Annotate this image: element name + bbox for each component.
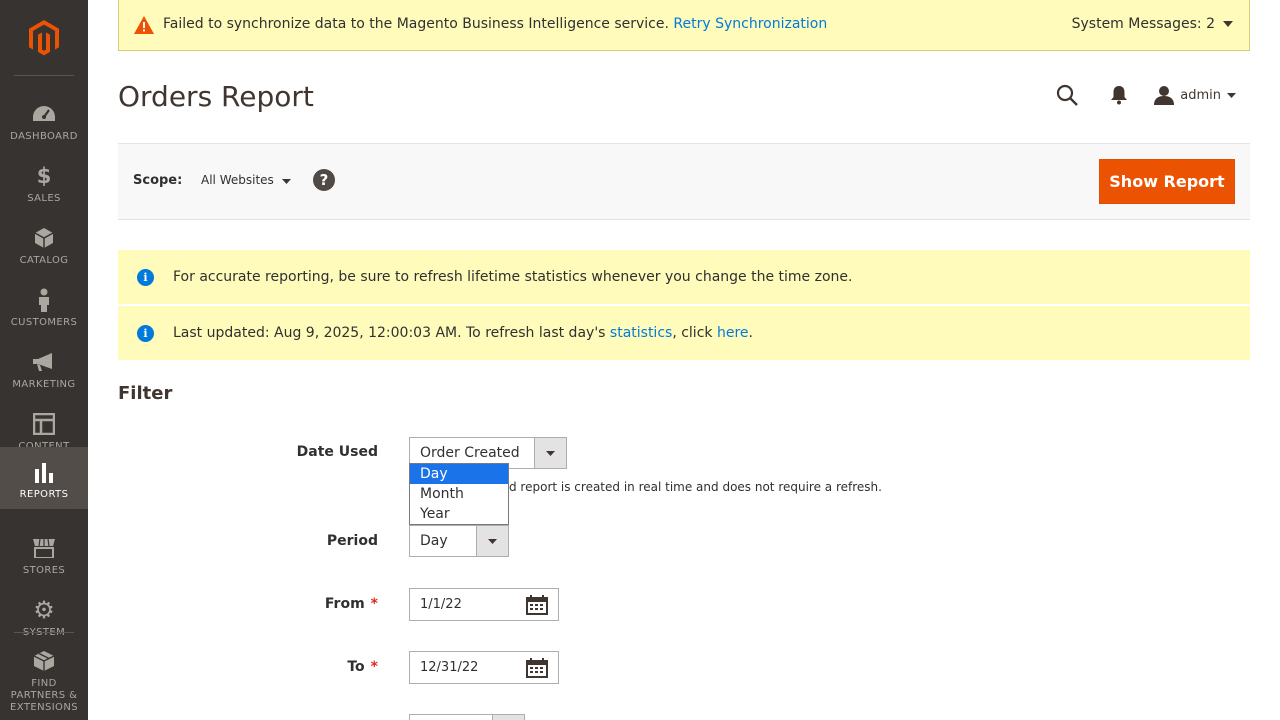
system-message-body: Failed to synchronize data to the Magent… (163, 16, 669, 32)
sidebar-item-label: CUSTOMERS (10, 317, 78, 328)
admin-user-menu[interactable]: admin (1154, 85, 1236, 105)
sidebar-item-label: MARKETING (12, 379, 76, 390)
sidebar-item-sales[interactable]: $ SALES (0, 151, 88, 213)
notice-text: For accurate reporting, be sure to refre… (173, 269, 853, 285)
info-icon: i (137, 269, 154, 286)
here-link[interactable]: here (717, 325, 749, 341)
sidebar-divider (14, 75, 74, 76)
chevron-down-icon (546, 450, 555, 456)
period-select[interactable]: Day (409, 525, 509, 557)
sidebar-item-stores[interactable]: STORES (0, 523, 88, 585)
sidebar-item-catalog[interactable]: CATALOG (0, 213, 88, 275)
bar-chart-icon (32, 460, 56, 484)
system-message-text: Failed to synchronize data to the Magent… (163, 16, 827, 32)
period-option-year[interactable]: Year (410, 504, 508, 524)
sidebar-item-label: SALES (27, 193, 61, 204)
scope-label: Scope: (133, 173, 183, 188)
help-icon[interactable]: ? (313, 169, 335, 191)
sidebar-item-marketing[interactable]: MARKETING (0, 337, 88, 399)
boxes-icon (32, 649, 56, 673)
statistics-link[interactable]: statistics (610, 325, 672, 341)
calendar-icon[interactable] (526, 658, 550, 678)
from-date-input[interactable]: 1/1/22 (409, 588, 559, 621)
calendar-icon[interactable] (526, 595, 550, 615)
scope-toolbar: Scope: All Websites ? Show Report (118, 143, 1250, 220)
sidebar-item-reports[interactable]: REPORTS (0, 447, 88, 509)
select-toggle (476, 526, 508, 556)
admin-username: admin (1180, 87, 1221, 103)
cube-icon (32, 226, 56, 250)
sidebar-item-customers[interactable]: CUSTOMERS (0, 275, 88, 337)
period-dropdown-list: Day Month Year (409, 463, 509, 525)
chevron-down-icon (281, 179, 291, 184)
from-label: From * (178, 596, 378, 612)
store-icon (32, 536, 56, 560)
global-search-button[interactable] (1056, 84, 1079, 106)
from-date-value: 1/1/22 (420, 597, 462, 612)
chevron-down-icon (488, 538, 497, 544)
to-date-value: 12/31/22 (420, 660, 479, 675)
notifications-button[interactable] (1110, 85, 1128, 105)
show-report-button[interactable]: Show Report (1099, 159, 1235, 204)
date-used-note: d report is created in real time and doe… (509, 480, 882, 494)
to-label-text: To (347, 659, 365, 675)
period-option-day[interactable]: Day (410, 464, 508, 484)
dashboard-icon (32, 102, 56, 126)
retry-synchronization-link[interactable]: Retry Synchronization (673, 16, 827, 32)
period-option-month[interactable]: Month (410, 484, 508, 504)
bell-icon (1111, 86, 1128, 105)
layout-icon (32, 412, 56, 436)
system-message-bar: Failed to synchronize data to the Magent… (118, 0, 1250, 51)
timezone-notice: i For accurate reporting, be sure to ref… (118, 250, 1250, 304)
scope-switcher[interactable]: All Websites (201, 173, 291, 187)
dollar-icon: $ (36, 164, 52, 188)
period-value: Day (420, 533, 448, 549)
sidebar-item-find-partners[interactable]: FIND PARTNERS & EXTENSIONS (0, 636, 88, 720)
admin-sidebar: DASHBOARD $ SALES CATALOG CUSTOMERS MARK… (0, 0, 88, 720)
sidebar-item-label: CATALOG (19, 255, 69, 266)
notice-text: Last updated: Aug 9, 2025, 12:00:03 AM. … (173, 325, 753, 341)
to-label: To * (178, 659, 378, 675)
date-used-value: Order Created (420, 445, 520, 461)
notice-suffix: . (748, 325, 753, 341)
select-toggle (534, 438, 566, 468)
system-messages-count: System Messages: 2 (1071, 16, 1215, 32)
system-messages-toggle[interactable]: System Messages: 2 (1072, 16, 1233, 32)
notice-prefix: Last updated: Aug 9, 2025, 12:00:03 AM. … (173, 325, 610, 341)
from-label-text: From (324, 596, 365, 612)
header-actions: admin (1056, 80, 1250, 110)
notice-mid: , click (672, 325, 717, 341)
sidebar-item-label: STORES (22, 565, 66, 576)
sidebar-item-label: REPORTS (19, 489, 69, 500)
order-status-select[interactable] (409, 714, 525, 720)
date-used-label: Date Used (296, 444, 378, 460)
gear-icon: ⚙ (33, 596, 55, 624)
filter-title: Filter (118, 383, 173, 404)
sidebar-item-label: DASHBOARD (10, 131, 78, 142)
required-marker: * (370, 659, 378, 675)
sidebar-divider (14, 632, 74, 633)
person-icon (32, 288, 56, 312)
info-icon: i (137, 325, 154, 342)
scope-value: All Websites (201, 173, 274, 187)
magento-logo-icon (29, 19, 59, 55)
to-date-input[interactable]: 12/31/22 (409, 651, 559, 684)
megaphone-icon (32, 350, 56, 374)
search-icon (1057, 84, 1079, 106)
chevron-down-icon (1223, 21, 1233, 27)
required-marker: * (370, 596, 378, 612)
chevron-down-icon (1227, 92, 1236, 98)
warning-icon (133, 15, 155, 39)
period-label: Period (326, 533, 378, 549)
last-updated-notice: i Last updated: Aug 9, 2025, 12:00:03 AM… (118, 306, 1250, 360)
select-toggle (492, 715, 524, 720)
magento-logo[interactable] (0, 0, 88, 75)
sidebar-item-dashboard[interactable]: DASHBOARD (0, 89, 88, 151)
user-icon (1154, 86, 1175, 105)
sidebar-item-label: FIND PARTNERS & EXTENSIONS (10, 678, 78, 713)
page-title: Orders Report (118, 80, 314, 113)
